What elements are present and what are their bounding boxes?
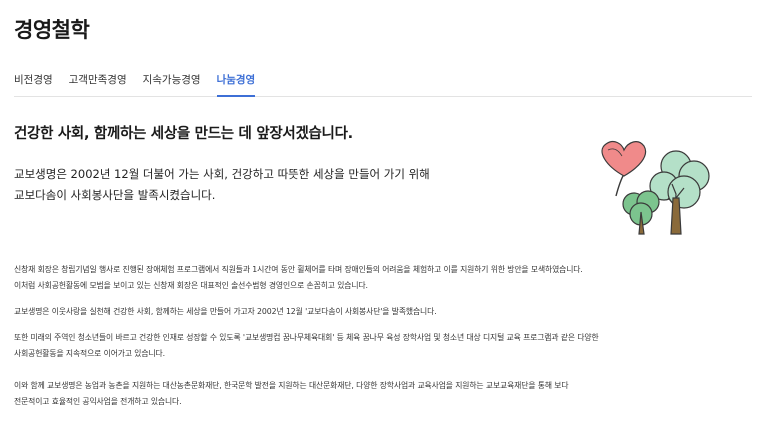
paragraph-line: 이와 함께 교보생명은 농업과 농촌을 지원하는 대산농촌문화재단, 한국문학 … xyxy=(14,381,569,390)
paragraph-line: 사회공헌활동을 지속적으로 이어가고 있습니다. xyxy=(14,349,165,358)
tab-sustainability[interactable]: 지속가능경영 xyxy=(143,72,201,97)
paragraph-line: 전문적이고 효율적인 공익사업을 전개하고 있습니다. xyxy=(14,397,182,406)
paragraph: 이와 함께 교보생명은 농업과 농촌을 지원하는 대산농촌문화재단, 한국문학 … xyxy=(14,378,754,410)
tab-customer-satisfaction[interactable]: 고객만족경영 xyxy=(69,72,127,97)
tab-sharing[interactable]: 나눔경영 xyxy=(216,72,256,97)
tab-bar: 비전경영 고객만족경영 지속가능경영 나눔경영 xyxy=(14,72,752,97)
paragraph-line: 신창재 회장은 창립기념일 행사로 진행된 장애체험 프로그램에서 직원들과 1… xyxy=(14,265,583,274)
paragraph: 교보생명은 이웃사랑을 실천해 건강한 사회, 함께하는 세상을 만들어 가고자… xyxy=(14,304,754,320)
tab-vision[interactable]: 비전경영 xyxy=(14,72,53,97)
intro-line: 교보생명은 2002년 12월 더불어 가는 사회, 건강하고 따뜻한 세상을 … xyxy=(14,167,430,181)
paragraph-line: 이처럼 사회공헌활동에 모범을 보이고 있는 신창재 회장은 대표적인 솔선수범… xyxy=(14,281,368,290)
paragraph: 신창재 회장은 창립기념일 행사로 진행된 장애체험 프로그램에서 직원들과 1… xyxy=(14,262,754,294)
heart-tree-icon xyxy=(586,136,720,236)
intro-text: 교보생명은 2002년 12월 더불어 가는 사회, 건강하고 따뜻한 세상을 … xyxy=(14,164,534,206)
section-headline: 건강한 사회, 함께하는 세상을 만드는 데 앞장서겠습니다. xyxy=(14,126,353,142)
intro-line: 교보다솜이 사회봉사단을 발족시켰습니다. xyxy=(14,188,216,202)
paragraph-line: 또한 미래의 주역인 청소년들이 바르고 건강한 인재로 성장할 수 있도록 '… xyxy=(14,333,599,342)
paragraph: 또한 미래의 주역인 청소년들이 바르고 건강한 인재로 성장할 수 있도록 '… xyxy=(14,330,754,362)
paragraph-line: 교보생명은 이웃사랑을 실천해 건강한 사회, 함께하는 세상을 만들어 가고자… xyxy=(14,307,437,316)
page-title: 경영철학 xyxy=(14,18,90,42)
